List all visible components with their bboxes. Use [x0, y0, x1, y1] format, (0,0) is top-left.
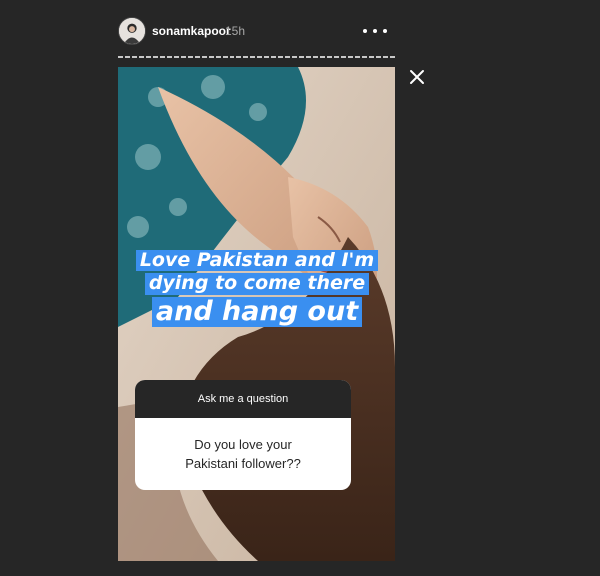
- more-options-icon[interactable]: [363, 20, 387, 42]
- story-caption: Love Pakistan and I'm dying to come ther…: [128, 249, 386, 327]
- caption-line-1: Love Pakistan and I'm: [135, 249, 379, 272]
- avatar[interactable]: [118, 17, 146, 45]
- question-sticker-header: Ask me a question: [135, 380, 351, 418]
- story-media[interactable]: Love Pakistan and I'm dying to come ther…: [118, 67, 395, 561]
- username[interactable]: sonamkapoor: [152, 24, 231, 38]
- question-text-line-2: Pakistani follower??: [185, 456, 301, 471]
- story-progress-bar: [118, 56, 395, 58]
- question-sticker-body: Do you love your Pakistani follower??: [135, 418, 351, 490]
- timestamp: 15h: [225, 24, 246, 38]
- close-icon[interactable]: [409, 69, 425, 85]
- question-text-line-1: Do you love your: [194, 437, 292, 452]
- caption-line-3: and hang out: [151, 296, 363, 327]
- question-sticker[interactable]: Ask me a question Do you love your Pakis…: [135, 380, 351, 490]
- story-viewer: sonamkapoor 15h Love Pakistan and I'm dy…: [118, 0, 395, 576]
- caption-line-2: dying to come there: [144, 272, 370, 295]
- story-header: sonamkapoor 15h: [118, 14, 395, 50]
